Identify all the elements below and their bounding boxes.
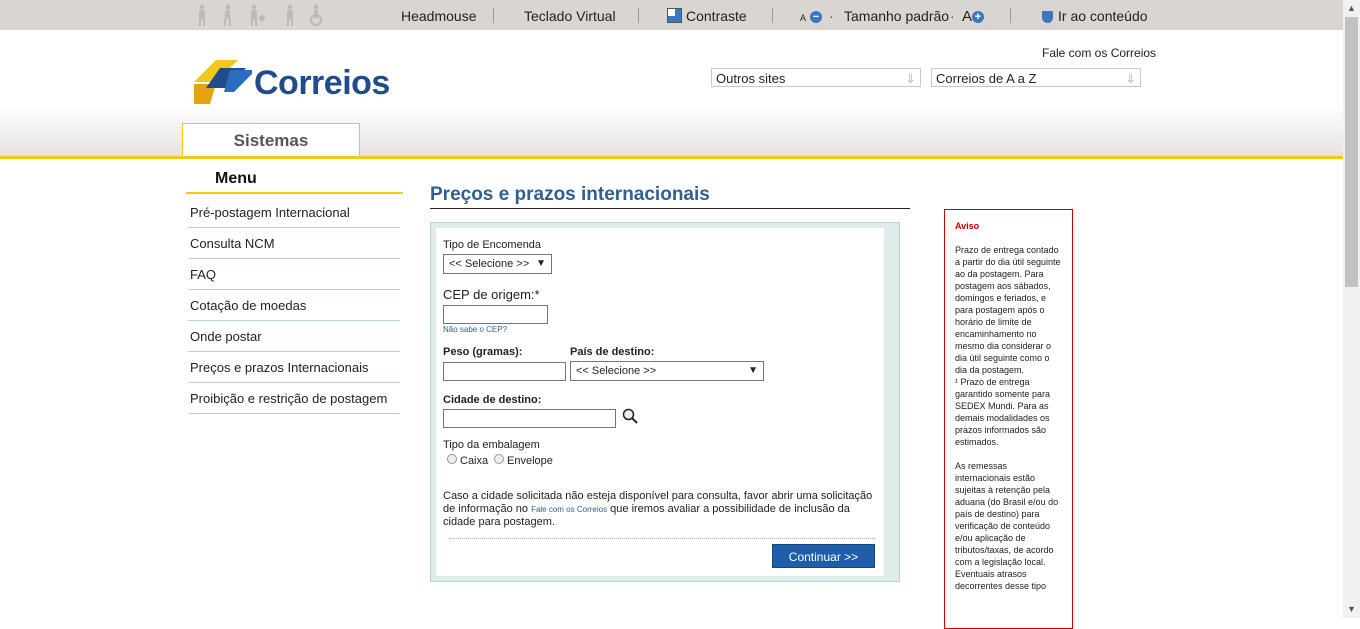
contrast-icon: [667, 8, 682, 23]
accessibility-bar: Headmouse Teclado Virtual Contraste A − …: [0, 0, 1343, 30]
contrast-link[interactable]: Contraste: [667, 8, 747, 24]
divider: [772, 8, 773, 23]
caixa-radio[interactable]: Caixa: [447, 454, 488, 467]
correios-a-z-select[interactable]: Correios de A a Z ⇓: [931, 68, 1141, 87]
caret-down-icon: ▼: [536, 258, 546, 269]
font-increase-button[interactable]: A +: [962, 8, 985, 25]
aviso-panel: Aviso Prazo de entrega contado a partir …: [944, 209, 1073, 629]
plus-icon: +: [972, 11, 985, 23]
header-divider: [0, 156, 1343, 159]
accessibility-icons: [190, 4, 330, 26]
menu-title: Menu: [215, 170, 257, 187]
aviso-paragraph: ¹ Prazo de entrega garantido somente par…: [955, 377, 1051, 447]
menu-item-pre-postagem[interactable]: Pré-postagem Internacional: [188, 198, 400, 228]
virtual-keyboard-link[interactable]: Teclado Virtual: [524, 8, 616, 24]
cidade-label: Cidade de destino:: [443, 394, 542, 406]
scroll-down-icon[interactable]: ▼: [1347, 604, 1356, 614]
peso-label: Peso (gramas):: [443, 346, 523, 358]
page-title: Preços e prazos internacionais: [430, 184, 710, 205]
tipo-encomenda-value: << Selecione >>: [449, 258, 530, 270]
radio-icon: [494, 454, 504, 464]
contrast-label: Contraste: [686, 8, 747, 24]
arrow-down-icon: ⇓: [905, 71, 916, 86]
nao-sabe-cep-link[interactable]: Não sabe o CEP?: [443, 325, 507, 334]
aviso-title: Aviso: [955, 221, 980, 231]
cep-input[interactable]: [443, 305, 548, 324]
menu-item-consulta-ncm[interactable]: Consulta NCM: [188, 229, 400, 259]
form-divider: [449, 538, 875, 539]
tipo-encomenda-label: Tipo de Encomenda: [443, 239, 542, 251]
title-divider: [430, 208, 910, 209]
peso-input[interactable]: [443, 362, 566, 381]
minus-icon: −: [809, 11, 822, 23]
menu-item-faq[interactable]: FAQ: [188, 260, 400, 290]
menu-item-proibicao[interactable]: Proibição e restrição de postagem: [188, 384, 400, 414]
shield-icon: [1042, 11, 1053, 23]
font-decrease-button[interactable]: A −: [800, 8, 822, 24]
caixa-label: Caixa: [460, 455, 489, 467]
pais-select[interactable]: << Selecione >> ▼: [570, 361, 764, 381]
info-text: Caso a cidade solicitada não esteja disp…: [443, 490, 873, 529]
headmouse-link[interactable]: Headmouse: [401, 8, 477, 24]
cidade-input[interactable]: [443, 409, 616, 428]
other-sites-value: Outros sites: [716, 71, 786, 86]
aviso-paragraph: Prazo de entrega contado a partir do dia…: [955, 245, 1061, 375]
tab-sistemas[interactable]: Sistemas: [182, 123, 360, 158]
caret-down-icon: ▼: [748, 365, 758, 376]
correios-logo[interactable]: Correios: [194, 58, 404, 108]
cep-label: CEP de origem:*: [443, 287, 540, 302]
correios-logo-text: Correios: [254, 64, 390, 102]
separator-dot: ·: [950, 8, 955, 24]
aviso-paragraph: As remessas internacionais estão sujeita…: [955, 461, 1059, 591]
pais-label: País de destino:: [570, 346, 655, 358]
divider: [493, 8, 494, 23]
search-icon[interactable]: [622, 408, 638, 424]
divider: [638, 8, 639, 23]
font-default-button[interactable]: Tamanho padrão: [844, 8, 949, 24]
separator-dot: ·: [829, 8, 834, 24]
envelope-label: Envelope: [507, 455, 553, 467]
arrow-down-icon: ⇓: [1125, 71, 1136, 86]
pais-value: << Selecione >>: [576, 365, 657, 377]
fale-com-correios-link[interactable]: Fale com os Correios: [531, 505, 607, 514]
divider: [1010, 8, 1011, 23]
contact-link[interactable]: Fale com os Correios: [1042, 46, 1156, 60]
menu-item-cotacao-moedas[interactable]: Cotação de moedas: [188, 291, 400, 321]
menu-item-onde-postar[interactable]: Onde postar: [188, 322, 400, 352]
scrollbar-thumb[interactable]: [1345, 17, 1358, 287]
vertical-scrollbar[interactable]: ▲ ▼: [1343, 0, 1360, 618]
menu-divider: [186, 192, 403, 194]
menu-item-precos-prazos[interactable]: Preços e prazos Internacionais: [188, 353, 400, 383]
font-large-label: A: [962, 8, 973, 25]
skip-to-content-link[interactable]: Ir ao conteúdo: [1042, 8, 1148, 24]
tipo-encomenda-select[interactable]: << Selecione >> ▼: [443, 254, 552, 274]
correios-logo-icon: [194, 60, 252, 104]
other-sites-select[interactable]: Outros sites ⇓: [711, 68, 921, 87]
embalagem-label: Tipo da embalagem: [443, 439, 540, 451]
skip-to-content-label: Ir ao conteúdo: [1058, 8, 1148, 24]
continuar-button[interactable]: Continuar >>: [772, 544, 875, 568]
correios-a-z-value: Correios de A a Z: [936, 71, 1037, 86]
scroll-up-icon[interactable]: ▲: [1347, 3, 1356, 13]
envelope-radio[interactable]: Envelope: [494, 454, 553, 467]
radio-icon: [447, 454, 457, 464]
font-small-label: A: [800, 13, 807, 23]
